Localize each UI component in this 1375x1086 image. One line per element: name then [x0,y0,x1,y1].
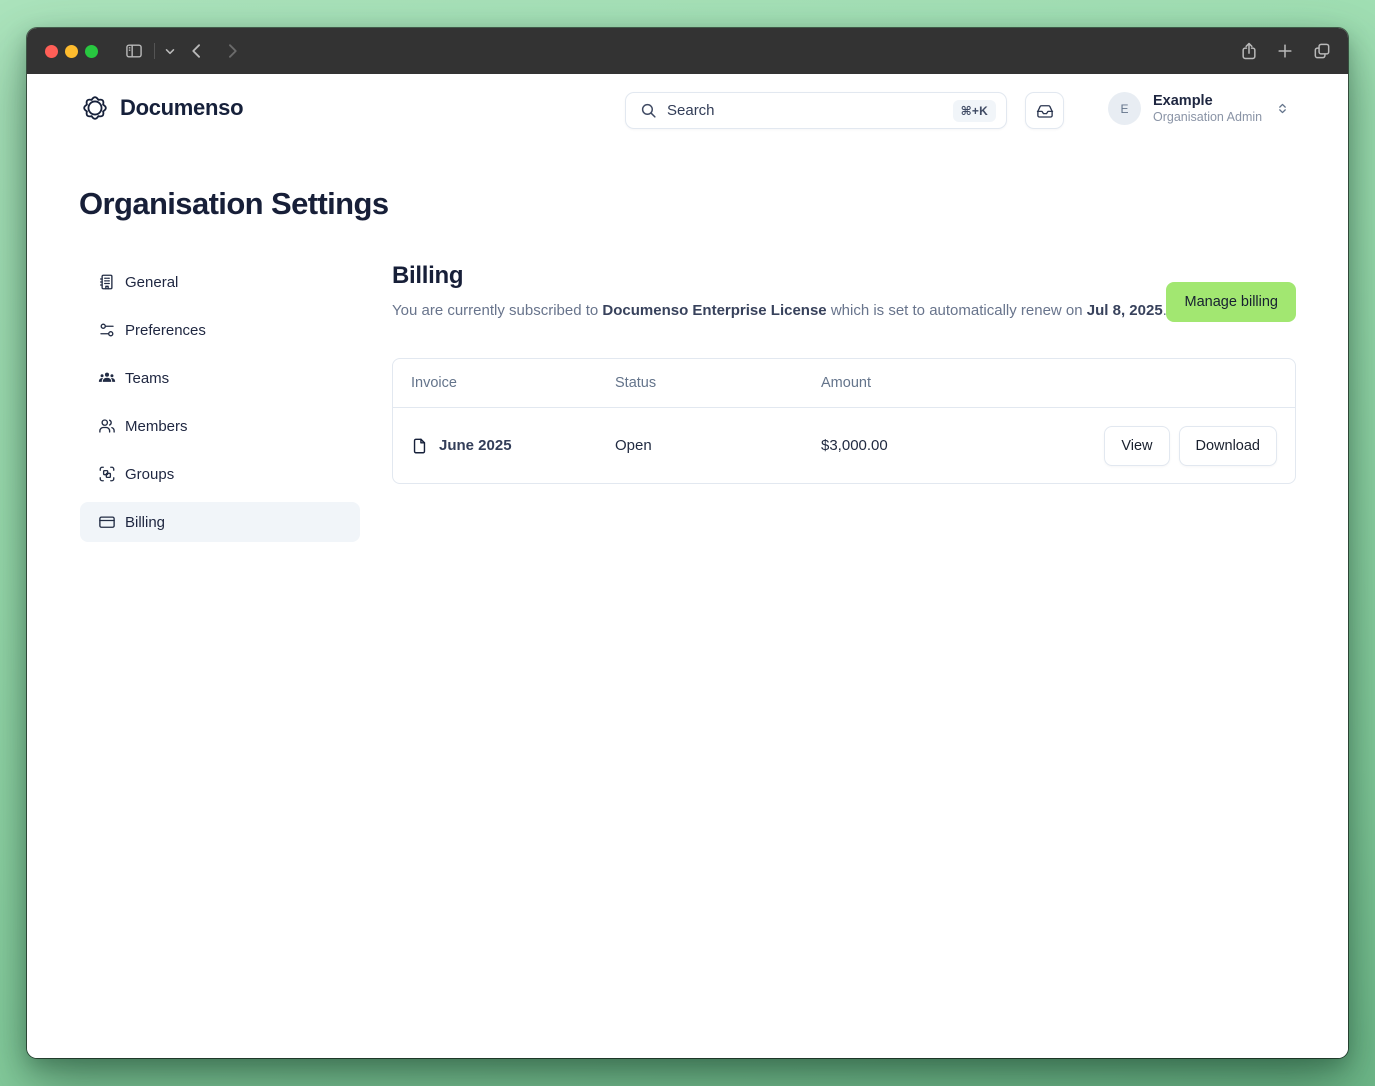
sidebar-item-label: Preferences [125,322,206,339]
sidebar-item-preferences[interactable]: Preferences [80,310,360,350]
user-text: Example Organisation Admin [1153,92,1262,126]
user-name: Example [1153,92,1262,110]
desc-prefix: You are currently subscribed to [392,302,602,319]
avatar-initial: E [1120,102,1128,116]
desc-plan-name: Documenso Enterprise License [602,302,826,319]
column-header-invoice: Invoice [411,375,615,391]
settings-layout: General Preferences Teams Members Groups [80,262,1296,542]
invoices-table-header: Invoice Status Amount [393,359,1295,408]
sidebar-item-billing[interactable]: Billing [80,502,360,542]
invoice-actions: View Download [1104,426,1277,466]
titlebar-divider [154,43,155,59]
sidebar-item-general[interactable]: General [80,262,360,302]
billing-heading: Billing [392,262,1296,290]
chevron-down-icon[interactable] [159,40,181,62]
sidebar-item-label: Teams [125,370,169,387]
credit-card-icon [98,513,116,531]
invoice-period: June 2025 [439,437,512,454]
sidebar-item-label: Members [125,418,188,435]
search-input[interactable]: Search ⌘+K [625,92,1007,129]
column-header-amount: Amount [821,375,1277,391]
sliders-icon [98,321,116,339]
invoices-table: Invoice Status Amount June 2025 Open $3,… [392,358,1296,484]
brand-name: Documenso [120,95,243,121]
share-icon[interactable] [1238,40,1260,62]
search-icon [640,102,657,119]
invoice-amount: $3,000.00 [821,437,1104,454]
tab-overview-icon[interactable] [1311,40,1333,62]
manage-billing-button[interactable]: Manage billing [1166,282,1296,322]
search-shortcut-badge: ⌘+K [953,100,996,122]
chevron-up-down-icon [1276,102,1289,115]
billing-section: Billing You are currently subscribed to … [392,262,1296,542]
search-placeholder: Search [667,102,943,119]
sidebar-item-label: Groups [125,466,174,483]
sidebar-toggle-icon[interactable] [123,40,145,62]
file-icon [411,436,428,456]
documenso-logo[interactable]: Documenso [80,93,243,123]
minimize-window-button[interactable] [65,45,78,58]
avatar: E [1108,92,1141,125]
column-header-status: Status [615,375,821,391]
invoice-status: Open [615,437,821,454]
download-invoice-button[interactable]: Download [1179,426,1278,466]
sidebar-item-groups[interactable]: Groups [80,454,360,494]
inbox-icon [1036,102,1054,120]
page-title: Organisation Settings [79,186,389,222]
table-row: June 2025 Open $3,000.00 View Download [393,408,1295,483]
desc-middle: which is set to automatically renew on [827,302,1087,319]
sidebar-item-label: General [125,274,178,291]
new-tab-icon[interactable] [1274,40,1296,62]
users-icon [98,417,116,435]
invoice-cell: June 2025 [411,436,615,456]
browser-window: Documenso Search ⌘+K E Example Organisat… [27,28,1348,1058]
window-titlebar [27,28,1348,74]
close-window-button[interactable] [45,45,58,58]
desc-renew-date: Jul 8, 2025 [1087,302,1163,319]
billing-description: You are currently subscribed to Documens… [392,302,1296,319]
documenso-rosette-icon [80,93,110,123]
building-icon [98,273,116,291]
sidebar-item-members[interactable]: Members [80,406,360,446]
inbox-button[interactable] [1025,92,1064,129]
zoom-window-button[interactable] [85,45,98,58]
users-group-icon [98,369,116,387]
forward-icon[interactable] [221,40,243,62]
app-content: Documenso Search ⌘+K E Example Organisat… [27,74,1348,1058]
view-invoice-button[interactable]: View [1104,426,1169,466]
settings-sidenav: General Preferences Teams Members Groups [80,262,360,542]
user-menu[interactable]: E Example Organisation Admin [1108,92,1289,126]
user-role: Organisation Admin [1153,110,1262,126]
sidebar-item-label: Billing [125,514,165,531]
back-icon[interactable] [186,40,208,62]
group-scan-icon [98,465,116,483]
sidebar-item-teams[interactable]: Teams [80,358,360,398]
